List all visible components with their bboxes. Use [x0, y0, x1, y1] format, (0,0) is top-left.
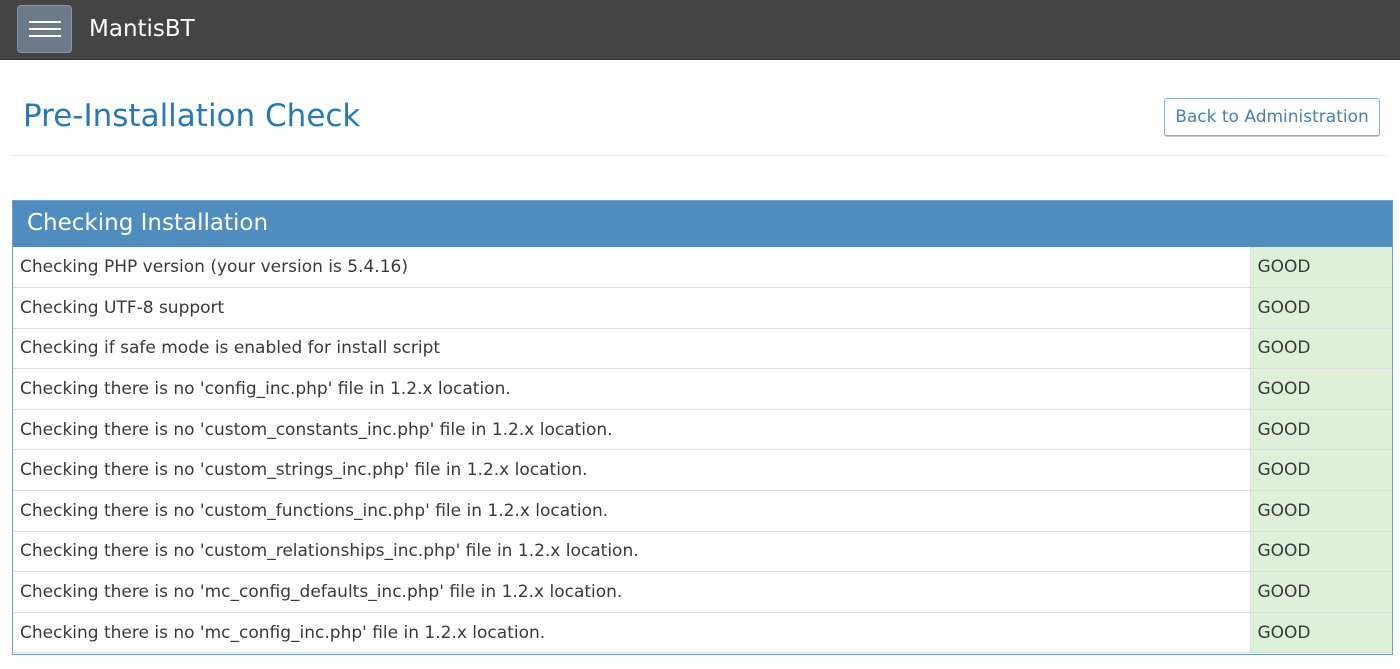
check-label: Checking there is no 'custom_functions_i… — [13, 490, 1251, 532]
hamburger-icon — [29, 21, 61, 23]
table-row: Checking there is no 'mc_config_inc.php'… — [13, 612, 1392, 654]
check-result: GOOD — [1250, 571, 1392, 613]
check-result: GOOD — [1250, 531, 1392, 573]
table-row: Checking there is no 'mc_config_defaults… — [13, 571, 1392, 613]
checking-installation-panel: Checking Installation Checking PHP versi… — [12, 200, 1393, 655]
page-header: Pre-Installation Check Back to Administr… — [12, 60, 1388, 156]
check-label: Checking there is no 'custom_constants_i… — [13, 409, 1251, 451]
check-label: Checking UTF-8 support — [13, 287, 1251, 329]
check-label: Checking there is no 'custom_relationshi… — [13, 531, 1251, 573]
page-title: Pre-Installation Check — [23, 98, 361, 134]
check-result: GOOD — [1250, 612, 1392, 654]
check-label: Checking there is no 'mc_config_inc.php'… — [13, 612, 1251, 654]
table-row: Checking if safe mode is enabled for ins… — [13, 328, 1392, 370]
panel-title: Checking Installation — [13, 201, 1392, 247]
table-row: Checking UTF-8 support GOOD — [13, 287, 1392, 329]
table-row: Checking there is no 'custom_strings_inc… — [13, 449, 1392, 492]
check-result: GOOD — [1250, 409, 1392, 451]
check-label: Checking there is no 'config_inc.php' fi… — [13, 368, 1251, 410]
check-label: Checking there is no 'mc_config_defaults… — [13, 571, 1251, 613]
check-result: GOOD — [1250, 490, 1392, 532]
table-row: Checking there is no 'custom_relationshi… — [13, 531, 1392, 573]
check-result: GOOD — [1250, 328, 1392, 370]
check-label: Checking there is no 'custom_strings_inc… — [13, 449, 1251, 492]
top-navbar: MantisBT — [0, 0, 1400, 60]
check-result: GOOD — [1250, 449, 1392, 492]
back-to-administration-button[interactable]: Back to Administration — [1164, 98, 1380, 136]
table-row: Checking there is no 'config_inc.php' fi… — [13, 368, 1392, 410]
check-result: GOOD — [1250, 247, 1392, 289]
brand-link[interactable]: MantisBT — [89, 14, 195, 44]
table-row: Checking PHP version (your version is 5.… — [13, 247, 1392, 289]
check-result: GOOD — [1250, 287, 1392, 329]
check-label: Checking if safe mode is enabled for ins… — [13, 328, 1251, 370]
table-row: Checking there is no 'custom_constants_i… — [13, 409, 1392, 451]
table-row: Checking there is no 'custom_functions_i… — [13, 490, 1392, 532]
checks-table: Checking PHP version (your version is 5.… — [13, 247, 1392, 654]
menu-toggle-button[interactable] — [17, 5, 72, 53]
check-label: Checking PHP version (your version is 5.… — [13, 247, 1251, 289]
check-result: GOOD — [1250, 368, 1392, 410]
